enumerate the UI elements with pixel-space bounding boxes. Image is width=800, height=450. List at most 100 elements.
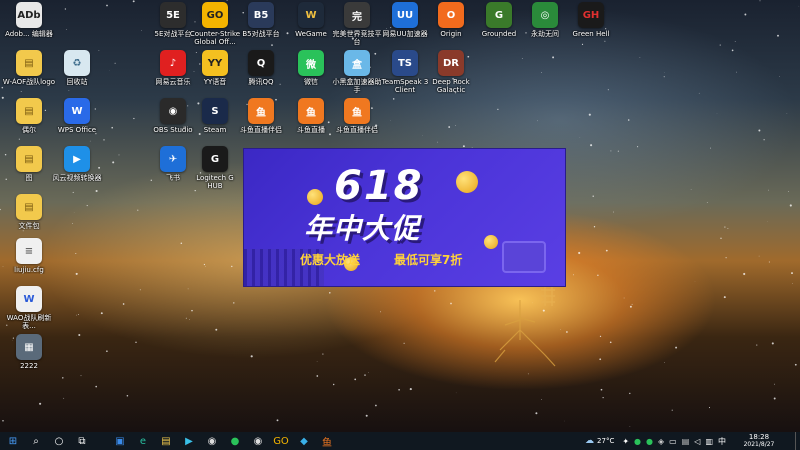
tray-folder-icon[interactable]: ▤	[682, 437, 690, 446]
desktop-icon[interactable]: ≡ liujiu.cfg	[4, 238, 54, 290]
desktop-icon[interactable]: 鱼斗鱼直播伴侣	[332, 98, 382, 150]
star	[409, 388, 412, 391]
app-icon: W	[298, 2, 324, 28]
desktop-icon[interactable]: 鱼斗鱼直播	[286, 98, 336, 150]
desktop-icon[interactable]: ▤ W-AOF战队logo	[3, 50, 55, 102]
star	[560, 329, 561, 330]
tray-bluetooth-icon[interactable]: ✦	[622, 437, 629, 446]
desktop-icon[interactable]: TS TeamSpeak 3 Client	[380, 50, 430, 102]
cortana-button[interactable]: ○	[50, 432, 68, 450]
star	[627, 119, 630, 121]
star	[112, 161, 115, 164]
star	[602, 397, 604, 399]
store-app[interactable]: ▣	[111, 432, 129, 450]
promo-subtitle-left: 优惠大放送	[300, 253, 361, 267]
desktop-icon[interactable]: Q 腾讯QQ	[236, 50, 286, 102]
star	[690, 189, 692, 190]
desktop-icon[interactable]: ▶ 风云视频转换器	[52, 146, 102, 198]
desktop-icon[interactable]: W WAO战队刷新表...	[4, 286, 54, 338]
star	[629, 392, 631, 395]
desktop-icon[interactable]: 微微信	[286, 50, 336, 102]
file-explorer-app[interactable]: ▤	[157, 432, 175, 450]
task-view-button[interactable]: ⧉	[73, 432, 91, 450]
input-method-indicator[interactable]: 中	[718, 436, 726, 447]
desktop-icon[interactable]: W WPS Office	[52, 98, 102, 150]
star	[354, 378, 357, 381]
star	[768, 261, 770, 263]
star	[758, 255, 760, 257]
desktop-icon[interactable]: ♻ 回收站	[52, 50, 102, 102]
douyu-app[interactable]: 鱼	[318, 432, 336, 450]
desktop-icon[interactable]: G Grounded	[474, 2, 524, 54]
desktop-icon[interactable]: ◎ 永劫无间	[520, 2, 570, 54]
tray-green-icon[interactable]: ●	[634, 437, 641, 446]
tray-battery-icon[interactable]: ▭	[669, 437, 677, 446]
desktop-icon[interactable]: 鱼斗鱼直播伴侣	[236, 98, 286, 150]
desktop-icon[interactable]: S Steam	[190, 98, 240, 150]
media-player-app[interactable]: ▶	[180, 432, 198, 450]
star	[39, 402, 42, 405]
star	[233, 302, 235, 304]
desktop-icon[interactable]: G Logitech G HUB	[190, 146, 240, 198]
csgo-app[interactable]: GO	[272, 432, 290, 450]
star	[75, 253, 77, 254]
tray-shield-icon[interactable]: ◈	[658, 437, 664, 446]
app-blue[interactable]: ◆	[295, 432, 313, 450]
app-icon: 鱼	[248, 98, 274, 124]
desktop-icon[interactable]: ADb Adob... 编辑器	[4, 2, 54, 54]
star	[744, 13, 747, 16]
desktop-icon[interactable]: B5 B5对战平台	[236, 2, 286, 54]
show-desktop-button[interactable]	[795, 432, 800, 450]
star	[719, 44, 721, 46]
star	[786, 113, 788, 115]
star	[106, 4, 108, 7]
promo-popup[interactable]: 618 年中大促 优惠大放送 最低可享7折	[243, 148, 566, 287]
desktop-icon[interactable]: YY YY语音	[190, 50, 240, 102]
star	[600, 388, 603, 391]
desktop-icon[interactable]: ▤ 图	[4, 146, 54, 198]
obs-app-2[interactable]: ◉	[249, 432, 267, 450]
star	[215, 328, 218, 331]
star	[368, 372, 369, 373]
desktop-icon[interactable]: DR Deep Rock Galactic	[426, 50, 476, 102]
desktop-icon[interactable]: O Origin	[426, 2, 476, 54]
tray-network-icon[interactable]: ▥	[705, 437, 713, 446]
star	[566, 331, 568, 333]
star	[64, 8, 67, 10]
desktop-icon-label: Adob... 编辑器	[5, 30, 53, 38]
star	[462, 145, 465, 148]
weather-widget[interactable]: ☁ 27°C	[585, 436, 614, 446]
clock-time: 18:28	[748, 433, 770, 441]
star	[756, 344, 758, 346]
star	[605, 249, 608, 252]
edge-app[interactable]: e	[134, 432, 152, 450]
app-icon: W	[64, 98, 90, 124]
star	[139, 289, 141, 291]
star	[698, 92, 700, 94]
star	[63, 397, 65, 399]
star	[118, 154, 120, 156]
search-button[interactable]: ⌕	[27, 432, 45, 450]
wechat-app[interactable]: ●	[226, 432, 244, 450]
start-button-icon: ⊞	[8, 435, 18, 447]
tray-wechat-icon[interactable]: ●	[646, 437, 653, 446]
desktop-icon[interactable]: GH Green Hell	[566, 2, 616, 54]
star	[723, 296, 726, 299]
star	[0, 208, 1, 211]
star	[637, 146, 639, 148]
start-button[interactable]: ⊞	[4, 432, 22, 450]
obs-app[interactable]: ◉	[203, 432, 221, 450]
desktop-icon[interactable]: ▦ 2222	[4, 334, 54, 386]
desktop-icon[interactable]: GO Counter-Strike Global Off...	[190, 2, 240, 54]
desktop-icon[interactable]: 完完美世界竞技平台	[332, 2, 382, 54]
clock[interactable]: 18:28 2021/8/27	[731, 433, 787, 449]
desktop-icon[interactable]: 盒小黑盒加速器助手	[332, 50, 382, 102]
obs-app-icon: ◉	[207, 435, 217, 447]
desktop-icon-label: 小黑盒加速器助手	[332, 78, 382, 94]
app-icon: GH	[578, 2, 604, 28]
desktop-icon[interactable]: UU 网易UU加速器	[380, 2, 430, 54]
desktop-icon[interactable]: W WeGame	[286, 2, 336, 54]
promo-subtitle-right: 最低可享7折	[394, 253, 463, 267]
tray-volume-icon[interactable]: ◁	[694, 437, 700, 446]
desktop-icon[interactable]: ▤ 偶尔	[4, 98, 54, 150]
